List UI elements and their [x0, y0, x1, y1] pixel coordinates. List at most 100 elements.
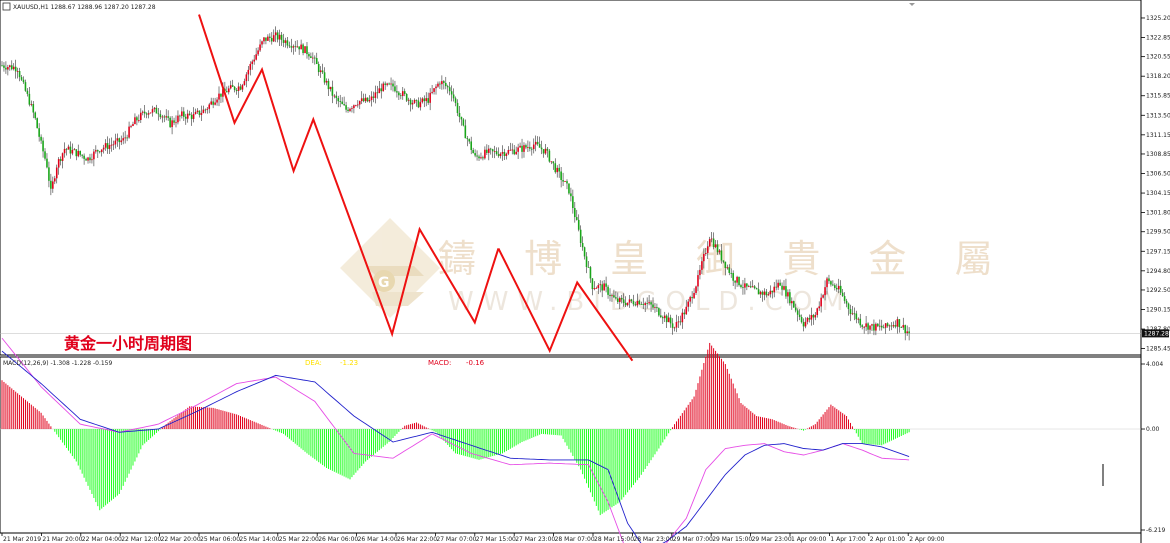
candle-body [863, 326, 865, 328]
candle-body [816, 308, 819, 315]
candle-body [112, 144, 115, 146]
candle-body [822, 295, 824, 298]
price-tick-label: 1318.20 [1146, 73, 1170, 80]
candle-body [155, 107, 158, 114]
candle-body [386, 83, 388, 85]
candle-body [441, 81, 443, 85]
candle-body [632, 301, 635, 305]
candle-body [18, 71, 21, 78]
candle-body [532, 144, 535, 150]
candle-body [470, 141, 472, 151]
candle-body [808, 317, 811, 320]
candle-body [722, 260, 725, 262]
candle-body [200, 112, 203, 115]
candle-body [849, 309, 852, 314]
candle-body [507, 150, 510, 154]
candle-body [714, 244, 717, 248]
candle-body [685, 306, 688, 315]
candle-body [81, 154, 83, 156]
dea-value: -1.23 [340, 359, 358, 367]
candle-body [349, 108, 351, 112]
candle-body [611, 295, 613, 297]
candle-body [124, 137, 126, 139]
candle-body [562, 180, 564, 182]
candle-body [198, 110, 201, 115]
time-tick-label: 1 Apr 09:00 [791, 536, 826, 543]
candle-body [646, 303, 648, 304]
candle-body [300, 44, 302, 50]
candle-body [433, 88, 435, 92]
candle-body [755, 288, 758, 290]
price-tick-label: 1292.50 [1146, 287, 1170, 294]
candle-body [855, 313, 858, 320]
candle-body [875, 323, 877, 331]
time-tick-label: 27 Mar 23:00 [515, 536, 555, 543]
candle-body [765, 291, 768, 296]
candle-body [341, 101, 343, 105]
candle-body [581, 242, 584, 248]
candle-body [257, 50, 259, 55]
candle-body [869, 325, 871, 330]
candle-body [566, 181, 568, 184]
candle-body [67, 146, 70, 150]
candle-body [697, 275, 699, 287]
candle-body [237, 86, 240, 91]
candle-body [251, 61, 254, 64]
candle-body [59, 159, 62, 161]
candle-body [87, 157, 89, 161]
candle-body [699, 269, 701, 276]
candle-body [785, 286, 787, 297]
candle-body [597, 285, 600, 289]
candle-body [595, 288, 598, 289]
candle-body [468, 139, 471, 142]
candle-body [304, 46, 306, 54]
candle-body [564, 181, 566, 182]
candle-body [71, 149, 74, 154]
candle-body [439, 83, 441, 85]
candle-body [894, 325, 897, 327]
candle-body [798, 314, 801, 317]
candle-body [173, 120, 175, 123]
candle-body [841, 292, 844, 297]
candle-body [282, 39, 285, 43]
candle-body [845, 300, 848, 304]
trading-chart[interactable]: G 鑄 博 皇 御 貴 金 屬 WWW.BIBGOLD.COM 1325.201… [0, 0, 1170, 543]
candle-body [716, 244, 719, 253]
watermark-cn: 鑄 博 皇 御 貴 金 屬 [438, 237, 1010, 281]
candle-body [548, 150, 551, 162]
candle-body [413, 99, 416, 103]
candle-body [218, 93, 220, 100]
candle-body [767, 294, 770, 296]
candle-body [556, 167, 559, 173]
candle-body [708, 239, 711, 247]
candle-body [730, 272, 733, 274]
candle-body [239, 86, 242, 90]
candle-body [186, 113, 189, 119]
candle-body [777, 282, 779, 288]
candle-body [826, 278, 828, 288]
candle-body [474, 153, 476, 156]
candle-body [583, 247, 586, 257]
candle-body [804, 321, 807, 327]
candle-body [814, 314, 817, 318]
candle-body [511, 149, 514, 151]
candle-body [325, 80, 328, 83]
price-tick-label: 1301.80 [1146, 210, 1170, 217]
candle-body [100, 149, 103, 153]
candle-body [448, 87, 451, 92]
candle-body [196, 110, 199, 112]
candle-body [390, 83, 392, 85]
candle-body [546, 148, 549, 151]
candle-body [306, 46, 308, 55]
candle-body [444, 82, 447, 87]
candle-body [476, 155, 478, 157]
symbol-header-text: XAUUSD,H1 1288.67 1288.96 1287.20 1287.2… [13, 4, 156, 11]
candle-body [622, 299, 625, 303]
candle-body [851, 313, 854, 315]
candle-body [435, 86, 437, 89]
candle-body [792, 301, 795, 308]
candle-body [589, 267, 592, 279]
candle-body [478, 156, 480, 159]
candle-body [327, 80, 330, 90]
candle-body [660, 315, 662, 318]
